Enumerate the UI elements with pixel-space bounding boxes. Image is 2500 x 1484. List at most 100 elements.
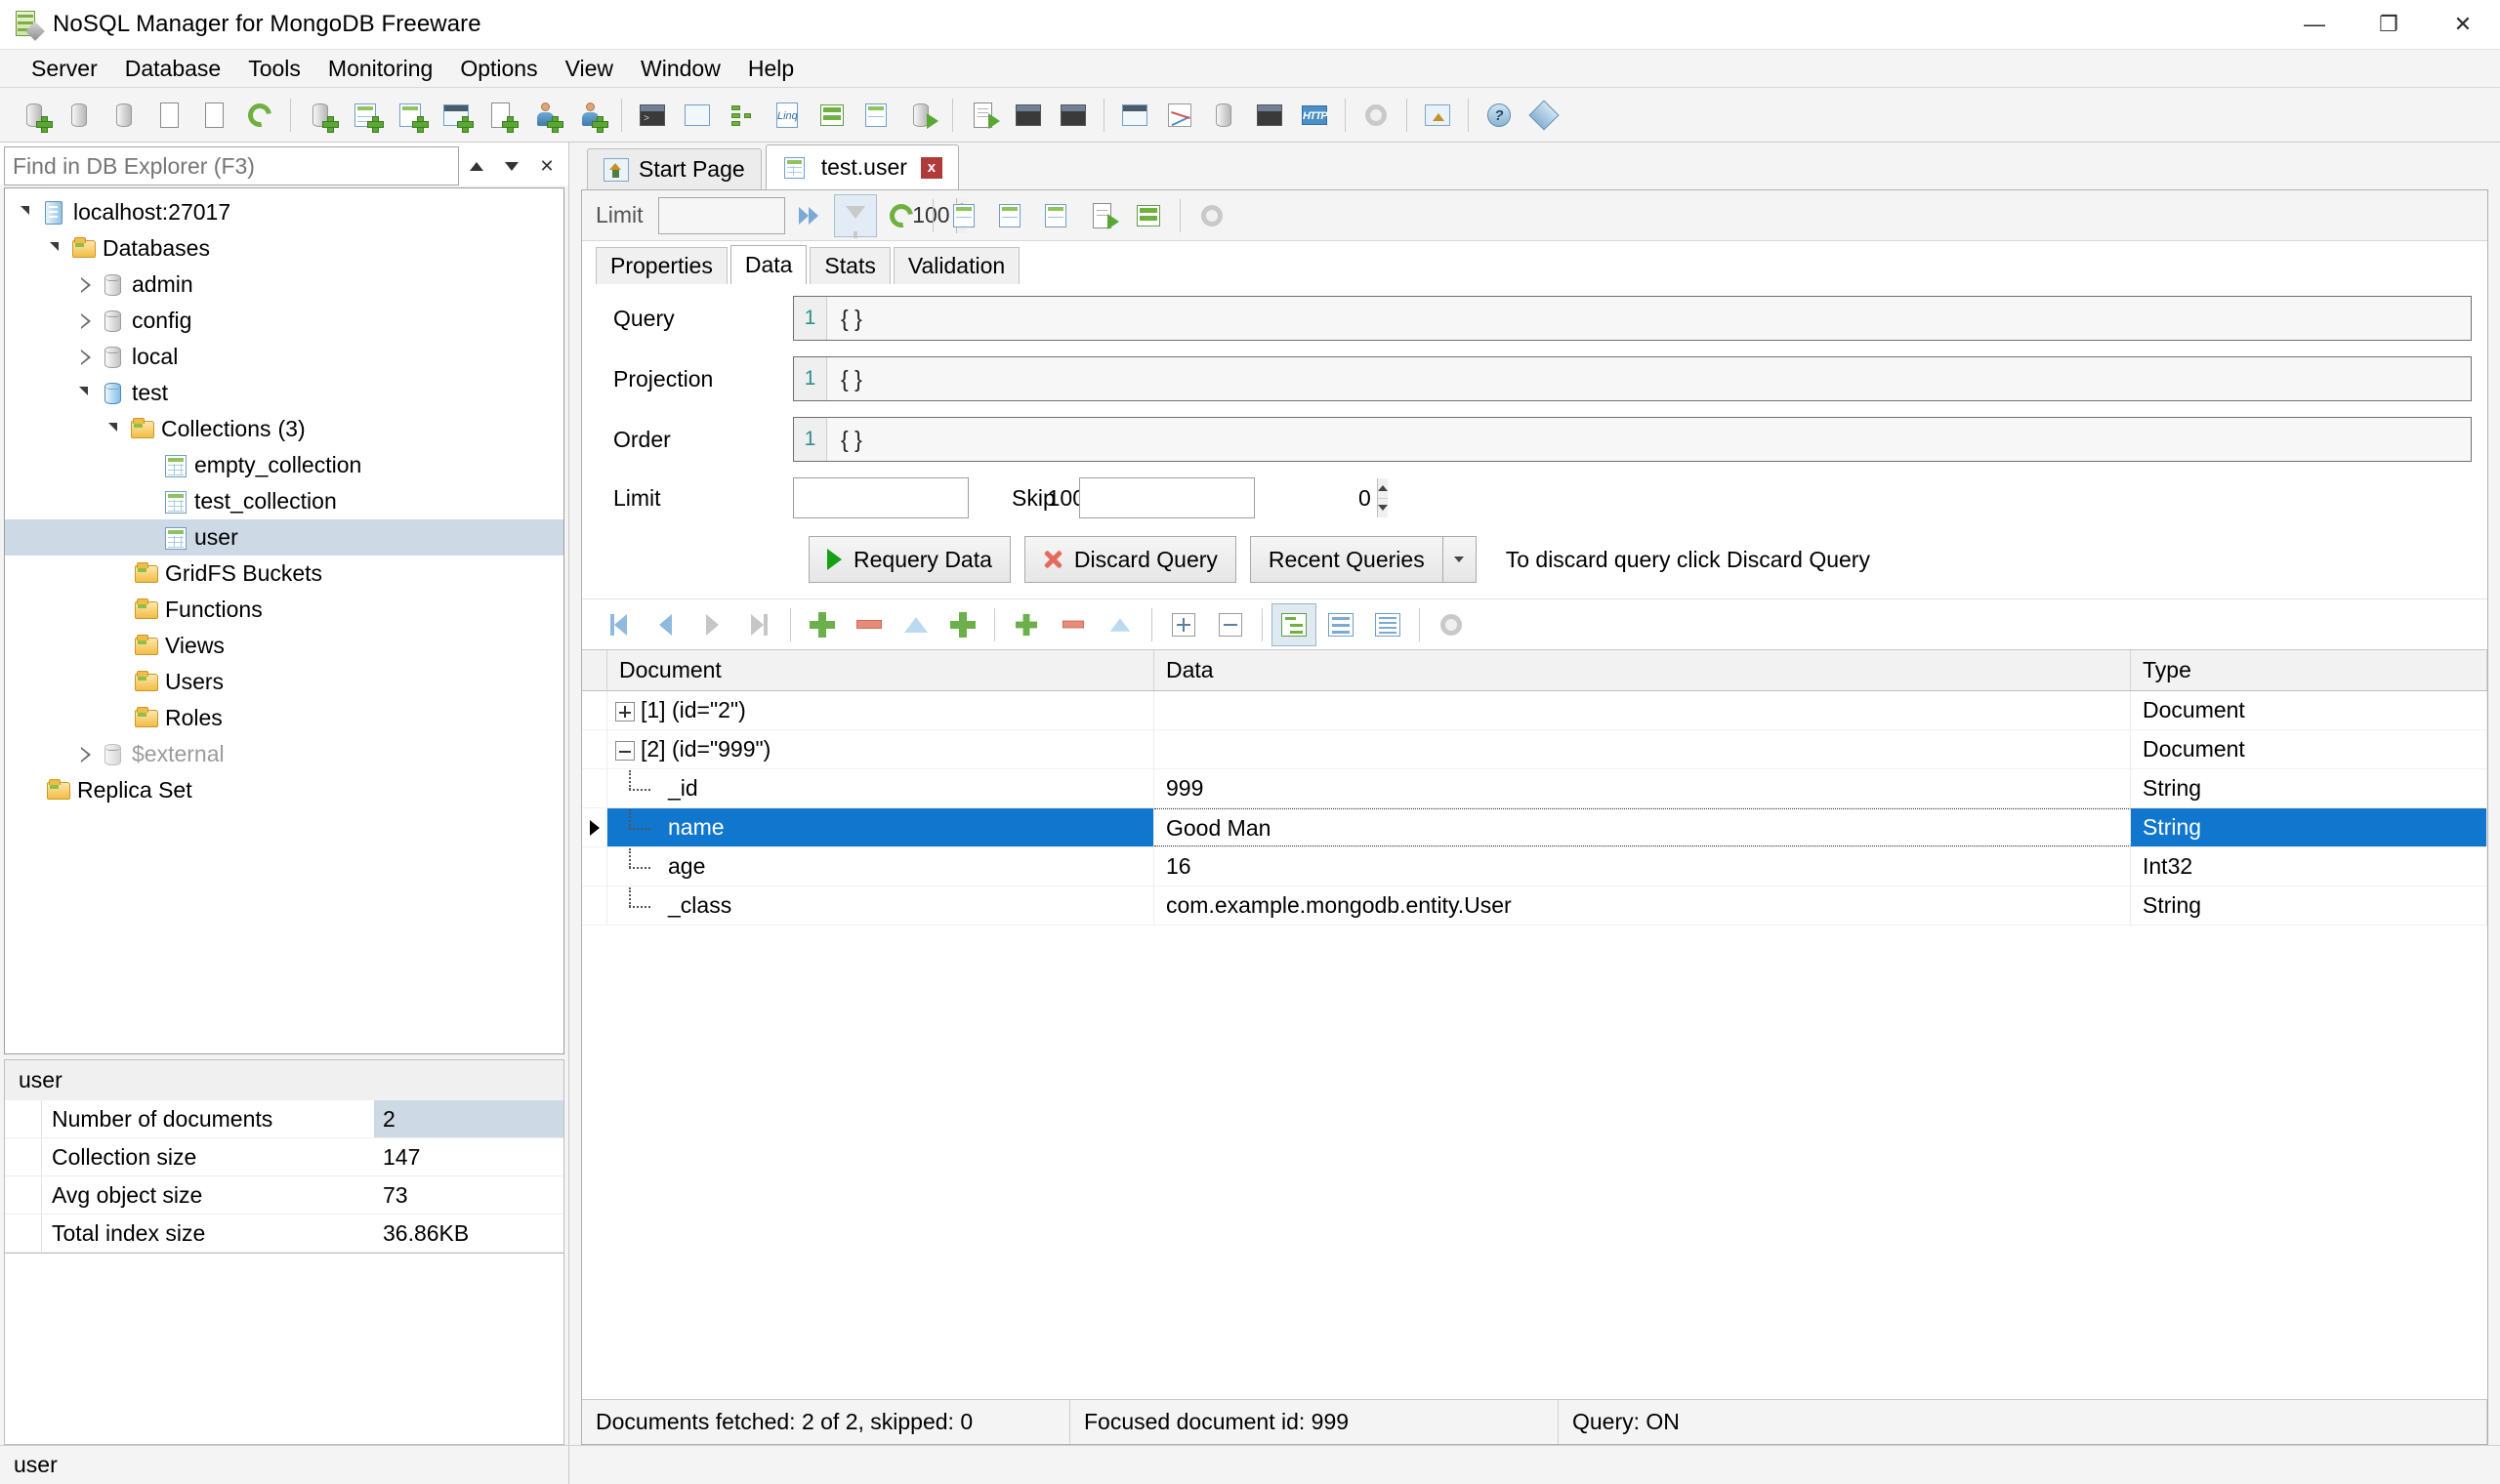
new-index-icon[interactable]	[390, 94, 433, 137]
expander-open-icon[interactable]	[73, 381, 99, 406]
http-icon[interactable]: HTTP	[1293, 94, 1336, 137]
aggregation-icon[interactable]	[721, 94, 764, 137]
stats-row[interactable]: Number of documents 2	[5, 1100, 563, 1138]
edit-connection-icon[interactable]	[148, 94, 191, 137]
tree-item-user[interactable]: user	[5, 519, 563, 556]
options-icon[interactable]	[1113, 94, 1156, 137]
skip-field[interactable]	[1078, 477, 1388, 518]
skip-value-input[interactable]	[1079, 478, 1377, 517]
expander-open-icon[interactable]	[15, 200, 40, 226]
recent-queries-button[interactable]: Recent Queries	[1249, 536, 1443, 583]
menu-database[interactable]: Database	[111, 51, 234, 86]
row-selector[interactable]	[582, 808, 607, 846]
row-selector[interactable]	[582, 691, 607, 729]
find-clear-button[interactable]: ✕	[529, 146, 564, 186]
tree-item-external[interactable]: $external	[5, 736, 563, 772]
menu-tools[interactable]: Tools	[234, 51, 314, 86]
row-selector[interactable]	[582, 847, 607, 886]
tab-test-user[interactable]: test.user x	[765, 144, 959, 189]
order-editor[interactable]: 1 { }	[793, 417, 2472, 462]
db-tree[interactable]: localhost:27017 Databases admin config l…	[4, 187, 564, 1054]
cell-data[interactable]: com.example.mongodb.entity.User	[1154, 886, 2131, 925]
tree-item-functions[interactable]: Functions	[5, 592, 563, 628]
limit-field[interactable]	[793, 477, 1102, 518]
tab-properties[interactable]: Properties	[596, 247, 728, 284]
projection-editor[interactable]: 1 { }	[793, 356, 2472, 401]
table-row[interactable]: _class com.example.mongodb.entity.User S…	[582, 886, 2487, 926]
stats-row[interactable]: Total index size 36.86KB	[5, 1215, 563, 1253]
linq-query-icon[interactable]: Linq	[766, 94, 809, 137]
expand-icon[interactable]	[615, 701, 635, 721]
console-icon[interactable]	[1248, 94, 1291, 137]
skip-decrement-button[interactable]	[1377, 498, 1388, 517]
menu-server[interactable]: Server	[18, 51, 111, 86]
chart-icon[interactable]	[1158, 94, 1201, 137]
cell-document[interactable]: [1] (id="2")	[607, 691, 1154, 729]
cell-data[interactable]: 999	[1154, 769, 2131, 807]
new-database-icon[interactable]	[300, 94, 343, 137]
shell-icon[interactable]: >	[631, 94, 674, 137]
help-icon[interactable]: ?	[1478, 94, 1521, 137]
skip-increment-button[interactable]	[1377, 478, 1388, 499]
cell-document[interactable]: _id	[607, 769, 1154, 807]
expand-all-icon[interactable]	[1161, 603, 1206, 646]
table-row[interactable]: _id 999 String	[582, 769, 2487, 808]
close-button[interactable]: ✕	[2426, 0, 2500, 49]
new-connection-icon[interactable]	[14, 94, 57, 137]
grid-settings-icon[interactable]	[1429, 603, 1474, 646]
tree-item-local[interactable]: local	[5, 339, 563, 375]
tree-item-admin[interactable]: admin	[5, 267, 563, 303]
export-data-icon[interactable]	[1052, 94, 1095, 137]
projection-value[interactable]: { }	[827, 357, 2471, 400]
stats-row[interactable]: Avg object size 73	[5, 1176, 563, 1215]
tree-item-test-collection[interactable]: test_collection	[5, 483, 563, 519]
query-editor[interactable]: 1 { }	[793, 296, 2472, 341]
cell-data[interactable]: 16	[1154, 847, 2131, 886]
menu-view[interactable]: View	[552, 51, 627, 86]
tree-item-localhost[interactable]: localhost:27017	[5, 194, 563, 230]
tab-start-page[interactable]: Start Page	[587, 148, 762, 189]
menu-help[interactable]: Help	[734, 51, 808, 86]
expander-closed-icon[interactable]	[73, 345, 99, 370]
open-connection-icon[interactable]	[59, 94, 102, 137]
delete-document-icon[interactable]	[847, 603, 892, 646]
find-prev-button[interactable]	[459, 146, 494, 186]
menu-monitoring[interactable]: Monitoring	[314, 51, 446, 86]
home-icon[interactable]	[1416, 94, 1459, 137]
row-selector[interactable]	[582, 769, 607, 807]
export-icon[interactable]	[900, 94, 943, 137]
maximize-button[interactable]: ❐	[2352, 0, 2426, 49]
tree-item-config[interactable]: config	[5, 303, 563, 339]
next-record-icon[interactable]	[689, 603, 734, 646]
tree-item-databases[interactable]: Databases	[5, 230, 563, 267]
new-collection-icon[interactable]	[345, 94, 388, 137]
tree-item-views[interactable]: Views	[5, 628, 563, 664]
expander-open-icon[interactable]	[44, 236, 69, 262]
tree-view-icon[interactable]	[1271, 602, 1316, 646]
add-field-icon[interactable]	[1004, 603, 1049, 646]
collapse-icon[interactable]	[615, 740, 635, 761]
cell-type[interactable]: Document	[2131, 730, 2487, 768]
tree-item-users[interactable]: Users	[5, 664, 563, 700]
collection-data-icon[interactable]	[855, 94, 898, 137]
row-selector[interactable]	[582, 730, 607, 768]
minimize-button[interactable]: —	[2277, 0, 2352, 49]
cell-document[interactable]: _class	[607, 886, 1154, 925]
expander-closed-icon[interactable]	[73, 272, 99, 298]
expander-closed-icon[interactable]	[73, 309, 99, 334]
cell-document[interactable]: [2] (id="999")	[607, 730, 1154, 768]
insert-row-icon[interactable]	[1127, 194, 1170, 237]
tree-item-roles[interactable]: Roles	[5, 700, 563, 736]
prev-record-icon[interactable]	[643, 603, 688, 646]
tab-validation[interactable]: Validation	[893, 247, 1021, 284]
copy-to-collection-icon[interactable]	[1035, 194, 1078, 237]
cell-data[interactable]	[1154, 691, 2131, 729]
tree-item-test[interactable]: test	[5, 375, 563, 411]
tree-item-replica-set[interactable]: Replica Set	[5, 772, 563, 808]
delete-field-icon[interactable]	[1051, 603, 1096, 646]
document-view-icon[interactable]	[676, 94, 719, 137]
cell-document[interactable]: age	[607, 847, 1154, 886]
order-value[interactable]: { }	[827, 418, 2471, 461]
copy-document-icon[interactable]	[1203, 94, 1246, 137]
recent-queries-dropdown[interactable]	[1442, 536, 1477, 583]
